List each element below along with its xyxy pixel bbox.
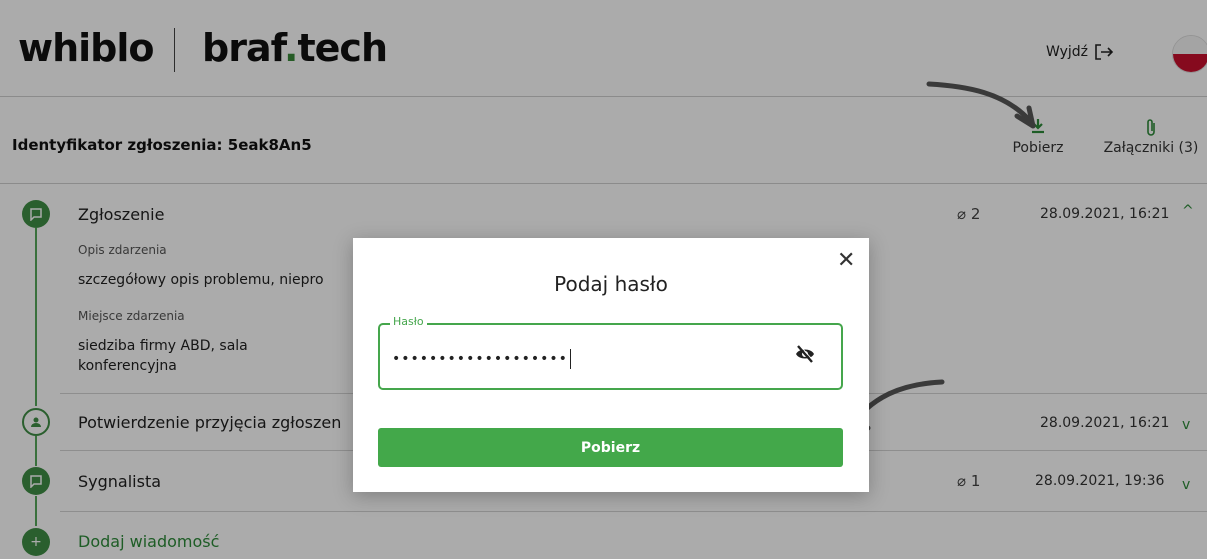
hide-password-icon[interactable]	[794, 343, 816, 365]
password-field[interactable]: Hasło •••••••••••••••••••	[378, 315, 843, 390]
close-icon[interactable]: ✕	[837, 248, 855, 273]
text-caret	[569, 349, 571, 369]
password-dialog: ✕ Podaj hasło Hasło ••••••••••••••••••• …	[353, 238, 869, 492]
annotation-arrow-icon	[926, 81, 1036, 129]
password-input[interactable]: •••••••••••••••••••	[392, 349, 571, 369]
dialog-title: Podaj hasło	[554, 272, 668, 296]
password-label: Hasło	[390, 315, 427, 328]
submit-download-button[interactable]: Pobierz	[378, 428, 843, 467]
